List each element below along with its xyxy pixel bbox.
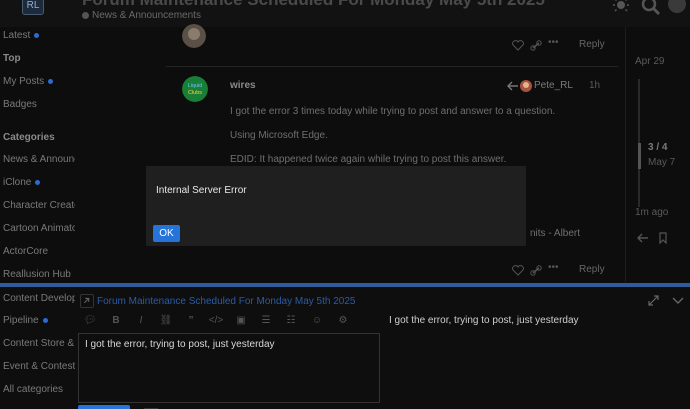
bookmark-icon[interactable] [657, 232, 669, 244]
gear-icon[interactable]: ⚙ [335, 315, 351, 326]
bold-button[interactable]: B [108, 315, 124, 326]
sidebar-item-my-posts[interactable]: My Posts [3, 76, 75, 87]
quote-text: nits - Albert [530, 228, 581, 239]
unread-dot-icon [34, 32, 40, 38]
sidebar-item-news[interactable]: News & Announcements [3, 154, 75, 165]
blockquote-icon[interactable]: ” [183, 315, 199, 326]
bullet-list-icon[interactable]: ☰ [258, 315, 274, 326]
sidebar-item-label: My Posts [3, 76, 45, 87]
link-icon[interactable]: ⛓︎ [158, 315, 174, 326]
category-dot-icon [82, 11, 89, 19]
topic-title[interactable]: Forum Maintenance Scheduled For Monday M… [82, 0, 545, 10]
site-header: RL Forum Maintenance Scheduled For Monda… [0, 0, 690, 27]
sidebar-item-content-develop[interactable]: Content Develop [3, 293, 75, 304]
sun-icon[interactable] [610, 0, 632, 19]
post-line: EDID: It happened twice again while tryi… [230, 154, 507, 165]
sidebar-item-label: Pipeline [3, 315, 39, 326]
post-avatar[interactable] [182, 24, 206, 48]
sidebar-item-pipeline[interactable]: Pipeline [3, 315, 75, 326]
code-icon[interactable]: </> [208, 315, 224, 326]
timeline-start-date[interactable]: Apr 29 [635, 56, 664, 67]
reply-editor[interactable]: I got the error, trying to post, just ye… [78, 333, 380, 403]
italic-button[interactable]: I [133, 315, 149, 326]
app-root: RL Forum Maintenance Scheduled For Monda… [0, 0, 690, 409]
post-time[interactable]: 1h [589, 80, 600, 91]
back-icon[interactable] [637, 232, 649, 244]
timeline-last-activity[interactable]: 1m ago [635, 207, 668, 218]
sidebar-item-top[interactable]: Top [3, 53, 75, 64]
collapse-icon[interactable] [672, 296, 684, 305]
expand-icon[interactable] [648, 295, 659, 306]
link-icon[interactable] [530, 265, 542, 276]
post-divider [166, 66, 618, 67]
sidebar-item-event-contest[interactable]: Event & Contest [3, 361, 75, 372]
error-message: Internal Server Error [156, 185, 247, 196]
sidebar-item-badges[interactable]: Badges [3, 99, 75, 110]
topic-timeline: Apr 29 3 / 4 May 7 1m ago [625, 27, 690, 289]
composer-reply-to-title[interactable]: Forum Maintenance Scheduled For Monday M… [97, 296, 355, 307]
search-icon[interactable] [640, 0, 662, 19]
timeline-border [625, 27, 626, 282]
reply-icon[interactable] [80, 294, 94, 308]
composer-toolbar: 💬︎ B I ⛓︎ ” </> ▣ ☰ ☷ ☺ ⚙ [78, 313, 380, 333]
reply-composer: Content Develop Pipeline Content Store &… [0, 283, 690, 409]
reply-button[interactable]: Reply [579, 264, 605, 275]
sidebar-item-label: iClone [3, 177, 32, 188]
more-actions-icon[interactable]: ••• [548, 262, 559, 273]
topic-category-label: News & Announcements [92, 10, 201, 21]
unread-dot-icon [42, 317, 48, 323]
svg-text:Liquid: Liquid [188, 83, 203, 89]
reply-to-icon [507, 81, 518, 91]
post-line: I got the error 3 times today while tryi… [230, 106, 556, 117]
reply-button[interactable]: Reply [579, 39, 605, 50]
user-avatar-icon[interactable] [666, 0, 688, 19]
sidebar-item-all-categories[interactable]: All categories [3, 384, 75, 395]
sidebar-item-latest[interactable]: Latest [3, 30, 75, 41]
image-icon[interactable]: ▣ [233, 315, 249, 326]
like-icon[interactable] [512, 265, 524, 276]
sidebar-item-actorcore[interactable]: ActorCore [3, 246, 75, 257]
post-line: Using Microsoft Edge. [230, 130, 328, 141]
reply-preview: I got the error, trying to post, just ye… [389, 315, 579, 326]
ok-button[interactable]: OK [153, 225, 180, 242]
reply-to-avatar[interactable] [520, 80, 532, 92]
sidebar-item-iclone[interactable]: iClone [3, 177, 75, 188]
timeline-handle[interactable] [638, 143, 641, 169]
sidebar-categories-heading[interactable]: Categories [3, 132, 75, 143]
sidebar-item-label: Cartoon Animator [3, 223, 75, 234]
sidebar-item-cartoon-animator[interactable]: Cartoon Animator [3, 223, 75, 234]
reply-to-username[interactable]: Pete_RL [534, 80, 573, 91]
sidebar-item-label: Latest [3, 30, 31, 41]
svg-text:Clubs: Clubs [188, 90, 202, 96]
post-username[interactable]: wires [230, 80, 256, 91]
sidebar-item-character-creator[interactable]: Character Creator [3, 200, 75, 211]
post-avatar[interactable]: Liquid Clubs [182, 76, 208, 102]
quote-icon[interactable]: 💬︎ [82, 315, 98, 326]
timeline-position: 3 / 4 [648, 142, 668, 153]
unread-dot-icon [35, 179, 41, 185]
sidebar-item-reallusion-hub[interactable]: Reallusion Hub [3, 269, 75, 280]
topic-category[interactable]: News & Announcements [82, 10, 201, 21]
unread-dot-icon [48, 78, 54, 84]
site-logo[interactable]: RL [22, 0, 44, 15]
numbered-list-icon[interactable]: ☷ [283, 315, 299, 326]
error-dialog: Internal Server Error OK [146, 166, 526, 246]
sidebar-item-content-store[interactable]: Content Store & [3, 338, 75, 349]
more-actions-icon[interactable]: ••• [548, 37, 559, 48]
link-icon[interactable] [530, 40, 542, 51]
emoji-icon[interactable]: ☺ [309, 315, 325, 326]
like-icon[interactable] [512, 40, 524, 51]
post-stream: ••• Reply Liquid Clubs wires Pete_RL 1h … [146, 24, 618, 289]
submit-reply-button[interactable] [78, 405, 130, 409]
timeline-current-date: May 7 [648, 157, 676, 168]
